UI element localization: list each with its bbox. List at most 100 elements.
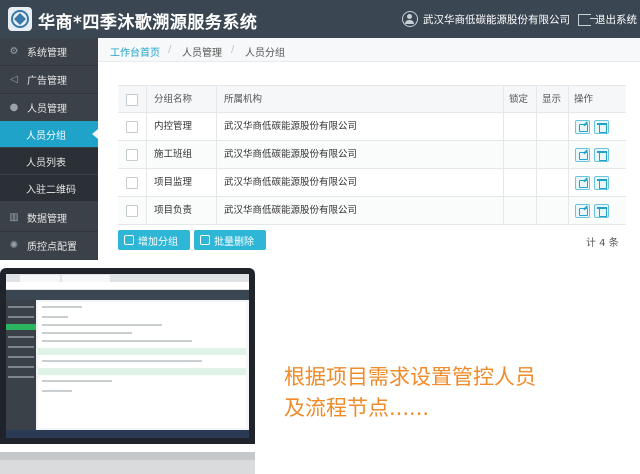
screen-sidebar-active (6, 324, 36, 330)
main-content: 工作台首页 / 人员管理 / 人员分组 分组名称 所属机构 锁定 显示 操作 内… (98, 38, 640, 260)
sidebar-item-label: 质控点配置 (27, 242, 77, 253)
screen-text-line (42, 306, 82, 308)
column-divider (568, 113, 569, 141)
screen-text-line (42, 360, 202, 362)
batch-delete-button[interactable]: 批量删除 (194, 230, 266, 250)
column-divider (568, 169, 569, 197)
row-org: 武汉华商低碳能源股份有限公司 (224, 121, 358, 132)
trash-icon (200, 235, 210, 245)
table-row: 内控管理 武汉华商低碳能源股份有限公司 (118, 113, 626, 141)
monitor-bezel-bottom (0, 452, 255, 460)
screen-text-line (42, 390, 72, 392)
promo-section: 根据项目需求设置管控人员 及流程节点...... (0, 260, 640, 474)
header-lock: 锁定 (509, 94, 529, 105)
header-ops: 操作 (574, 94, 594, 105)
delete-icon[interactable] (594, 176, 609, 190)
delete-icon[interactable] (594, 204, 609, 218)
breadcrumb-home[interactable]: 工作台首页 (110, 44, 160, 59)
column-divider (503, 169, 504, 197)
row-group-name: 内控管理 (154, 121, 193, 132)
delete-icon[interactable] (594, 148, 609, 162)
sidebar-subitem-label: 人员分组 (26, 130, 66, 142)
sidebar-item-label: 数据管理 (27, 214, 67, 225)
row-checkbox[interactable] (126, 121, 138, 133)
settings-icon: ✺ (9, 239, 19, 251)
sidebar-subitem-groups[interactable]: 人员分组 (0, 121, 98, 147)
column-divider (146, 197, 147, 225)
column-divider (216, 113, 217, 141)
company-name: 武汉华商低碳能源股份有限公司 (423, 13, 570, 26)
breadcrumb: 工作台首页 / 人员管理 / 人员分组 (98, 38, 640, 62)
monitor-illustration (0, 268, 255, 474)
screen-text-line (42, 380, 112, 382)
table-header-row: 分组名称 所属机构 锁定 显示 操作 (118, 85, 626, 114)
edit-icon[interactable] (575, 148, 590, 162)
screen-sidebar-item (8, 346, 34, 348)
logout-button[interactable]: 退出系统 (578, 12, 637, 27)
top-header: 华商*四季沐歌溯源服务系统 武汉华商低碳能源股份有限公司 退出系统 (0, 0, 640, 38)
column-divider (536, 197, 537, 225)
screen-sidebar-item (8, 376, 34, 378)
screen-text-line (42, 340, 192, 342)
total-count: 计 4 条 (586, 238, 619, 249)
edit-icon[interactable] (575, 176, 590, 190)
screen-sidebar-item (8, 316, 34, 318)
row-checkbox[interactable] (126, 149, 138, 161)
edit-icon[interactable] (575, 204, 590, 218)
sidebar-item-data[interactable]: ▥ 数据管理 (0, 204, 98, 231)
sidebar-subitem-label: 入驻二维码 (26, 184, 76, 196)
screen-browser-tabs (6, 274, 249, 282)
screen-header (6, 290, 249, 300)
row-checkbox[interactable] (126, 177, 138, 189)
column-divider (146, 113, 147, 141)
screen-text-line (42, 316, 68, 318)
promo-text: 根据项目需求设置管控人员 及流程节点...... (284, 362, 614, 424)
column-divider (536, 169, 537, 197)
megaphone-icon: ◁ (10, 73, 18, 85)
screen-sidebar-item (8, 356, 34, 358)
user-account[interactable]: 武汉华商低碳能源股份有限公司 (402, 10, 570, 28)
chart-icon: ▥ (9, 211, 19, 223)
sidebar-item-ads[interactable]: ◁ 广告管理 (0, 66, 98, 93)
header-group-name: 分组名称 (154, 94, 193, 105)
logout-icon (578, 13, 596, 26)
sidebar: ⚙ 系统管理 ◁ 广告管理 ● 人员管理 人员分组 人员列表 入驻二维码 ▥ 数… (0, 38, 98, 260)
column-divider (216, 197, 217, 225)
app-title: 华商*四季沐歌溯源服务系统 (38, 13, 258, 33)
promo-line-1: 根据项目需求设置管控人员 (284, 365, 536, 389)
column-divider (536, 113, 537, 141)
column-divider (146, 86, 147, 114)
delete-icon[interactable] (594, 120, 609, 134)
sidebar-item-system[interactable]: ⚙ 系统管理 (0, 38, 98, 65)
table-row: 项目负责 武汉华商低碳能源股份有限公司 (118, 197, 626, 225)
screen-taskbar (6, 430, 249, 438)
breadcrumb-personnel[interactable]: 人员管理 (182, 44, 222, 59)
row-group-name: 项目负责 (154, 205, 193, 216)
edit-icon[interactable] (575, 120, 590, 134)
column-divider (503, 197, 504, 225)
sidebar-item-label: 人员管理 (27, 104, 67, 115)
breadcrumb-separator: / (168, 44, 172, 55)
row-org: 武汉华商低碳能源股份有限公司 (224, 149, 358, 160)
screen-sidebar (6, 300, 36, 430)
column-divider (216, 169, 217, 197)
sidebar-item-qc[interactable]: ✺ 质控点配置 (0, 232, 98, 259)
row-checkbox[interactable] (126, 205, 138, 217)
column-divider (216, 86, 217, 114)
column-divider (216, 141, 217, 169)
screen-main (38, 302, 246, 428)
screen-text-line (42, 332, 132, 334)
select-all-checkbox[interactable] (126, 94, 138, 106)
sidebar-item-label: 系统管理 (27, 48, 67, 59)
column-divider (536, 141, 537, 169)
add-group-button[interactable]: 增加分组 (118, 230, 190, 250)
sidebar-item-label: 广告管理 (27, 76, 67, 87)
row-group-name: 项目监理 (154, 177, 193, 188)
sidebar-subitem-list[interactable]: 人员列表 (0, 148, 98, 174)
sidebar-item-personnel[interactable]: ● 人员管理 (0, 94, 98, 121)
sidebar-subitem-qrcode[interactable]: 入驻二维码 (0, 175, 98, 201)
header-org: 所属机构 (224, 94, 263, 105)
screen-highlight-row (38, 348, 246, 355)
app-logo-icon (8, 7, 32, 31)
column-divider (568, 141, 569, 169)
